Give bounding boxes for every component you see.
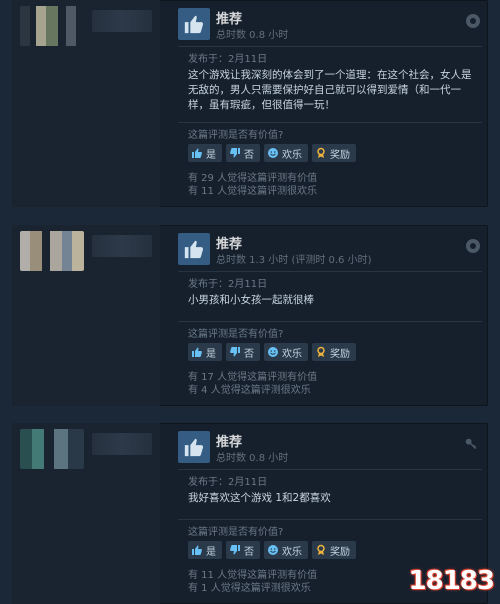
divider bbox=[178, 122, 482, 123]
reviewer-panel bbox=[12, 0, 160, 207]
vote-no-button[interactable]: 否 bbox=[226, 343, 260, 361]
vote-buttons: 是 否 欢乐 奖励 bbox=[188, 343, 356, 361]
vote-no-label: 否 bbox=[244, 546, 254, 558]
steam-icon bbox=[466, 239, 480, 253]
steam-icon bbox=[466, 14, 480, 28]
hours-played: 总时数 0.8 小时 bbox=[216, 30, 289, 41]
thumbs-up-icon bbox=[192, 148, 202, 158]
key-icon bbox=[465, 438, 477, 450]
award-icon bbox=[317, 346, 325, 357]
vote-yes-button[interactable]: 是 bbox=[188, 541, 222, 559]
vote-yes-button[interactable]: 是 bbox=[188, 343, 222, 361]
thumbs-up-icon bbox=[192, 347, 202, 357]
posted-date: 发布于：2月11日 bbox=[188, 477, 268, 488]
recommendation-label[interactable]: 推荐 bbox=[216, 8, 242, 27]
avatar[interactable] bbox=[20, 6, 84, 46]
thumbs-up-icon bbox=[192, 545, 202, 555]
review-card: 推荐 总时数 0.8 小时 发布于：2月11日 这个游戏让我深刻的体会到了一个道… bbox=[12, 0, 488, 207]
award-button[interactable]: 奖励 bbox=[312, 343, 356, 361]
review-text: 小男孩和小女孩一起就很棒 bbox=[188, 294, 314, 306]
helpful-count: 有 17 人觉得这篇评测有价值 bbox=[188, 372, 318, 383]
divider bbox=[178, 469, 482, 470]
divider bbox=[178, 46, 482, 47]
thumbs-down-icon bbox=[230, 347, 240, 357]
thumbs-up-icon bbox=[178, 233, 210, 265]
helpful-question: 这篇评测是否有价值? bbox=[188, 130, 284, 141]
reviewer-name-blurred[interactable] bbox=[92, 10, 152, 32]
vote-yes-label: 是 bbox=[206, 546, 216, 558]
recommendation-label[interactable]: 推荐 bbox=[216, 233, 242, 252]
hours-played: 总时数 0.8 小时 bbox=[216, 453, 289, 464]
vote-funny-label: 欢乐 bbox=[282, 348, 302, 360]
reviewer-name-blurred[interactable] bbox=[92, 235, 152, 257]
award-label: 奖励 bbox=[330, 348, 350, 360]
award-button[interactable]: 奖励 bbox=[312, 144, 356, 162]
thumbs-down-icon bbox=[230, 148, 240, 158]
vote-funny-label: 欢乐 bbox=[282, 149, 302, 161]
funny-count: 有 4 人觉得这篇评测很欢乐 bbox=[188, 385, 311, 396]
award-icon bbox=[317, 544, 325, 555]
thumbs-up-icon bbox=[178, 431, 210, 463]
divider bbox=[178, 519, 482, 520]
vote-funny-label: 欢乐 bbox=[282, 546, 302, 558]
vote-yes-button[interactable]: 是 bbox=[188, 144, 222, 162]
divider bbox=[178, 321, 482, 322]
posted-date: 发布于：2月11日 bbox=[188, 279, 268, 290]
avatar[interactable] bbox=[20, 429, 84, 469]
review-card: 推荐 总时数 1.3 小时 (评测时 0.6 小时) 发布于：2月11日 小男孩… bbox=[12, 225, 488, 406]
smile-icon bbox=[268, 148, 278, 158]
posted-date: 发布于：2月11日 bbox=[188, 54, 268, 65]
vote-funny-button[interactable]: 欢乐 bbox=[264, 144, 308, 162]
vote-no-button[interactable]: 否 bbox=[226, 541, 260, 559]
vote-yes-label: 是 bbox=[206, 149, 216, 161]
helpful-count: 有 11 人觉得这篇评测有价值 bbox=[188, 570, 318, 581]
avatar[interactable] bbox=[20, 231, 84, 271]
hours-played: 总时数 1.3 小时 (评测时 0.6 小时) bbox=[216, 255, 372, 266]
reviewer-name-blurred[interactable] bbox=[92, 433, 152, 455]
vote-buttons: 是 否 欢乐 奖励 bbox=[188, 541, 356, 559]
vote-yes-label: 是 bbox=[206, 348, 216, 360]
vote-funny-button[interactable]: 欢乐 bbox=[264, 541, 308, 559]
reviewer-panel bbox=[12, 423, 160, 604]
vote-no-label: 否 bbox=[244, 149, 254, 161]
thumbs-up-icon bbox=[178, 8, 210, 40]
vote-no-label: 否 bbox=[244, 348, 254, 360]
reviewer-panel bbox=[12, 225, 160, 406]
watermark-logo: 18183 bbox=[408, 566, 495, 596]
recommendation-label[interactable]: 推荐 bbox=[216, 431, 242, 450]
review-text: 这个游戏让我深刻的体会到了一个道理：在这个社会，女人是无敌的，男人只需要保护好自… bbox=[188, 69, 472, 111]
vote-funny-button[interactable]: 欢乐 bbox=[264, 343, 308, 361]
review-text: 我好喜欢这个游戏 1和2都喜欢 bbox=[188, 492, 331, 504]
award-icon bbox=[317, 147, 325, 158]
award-button[interactable]: 奖励 bbox=[312, 541, 356, 559]
helpful-question: 这篇评测是否有价值? bbox=[188, 527, 284, 538]
thumbs-down-icon bbox=[230, 545, 240, 555]
helpful-question: 这篇评测是否有价值? bbox=[188, 329, 284, 340]
award-label: 奖励 bbox=[330, 149, 350, 161]
vote-no-button[interactable]: 否 bbox=[226, 144, 260, 162]
smile-icon bbox=[268, 545, 278, 555]
award-label: 奖励 bbox=[330, 546, 350, 558]
smile-icon bbox=[268, 347, 278, 357]
funny-count: 有 11 人觉得这篇评测很欢乐 bbox=[188, 186, 318, 197]
funny-count: 有 1 人觉得这篇评测很欢乐 bbox=[188, 583, 311, 594]
divider bbox=[178, 271, 482, 272]
vote-buttons: 是 否 欢乐 奖励 bbox=[188, 144, 356, 162]
helpful-count: 有 29 人觉得这篇评测有价值 bbox=[188, 173, 318, 184]
